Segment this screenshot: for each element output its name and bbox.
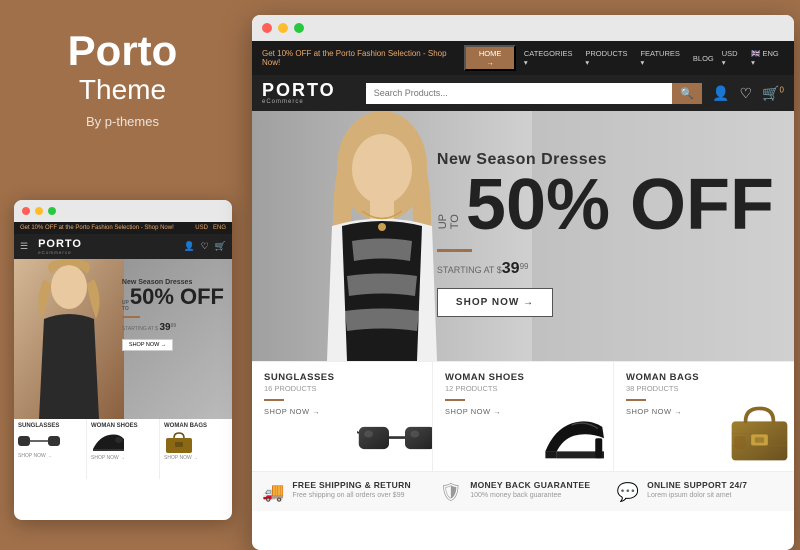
product-bags-name: WOMAN BAGS: [626, 372, 782, 383]
nav-usd[interactable]: USD ▾: [722, 49, 743, 67]
main-nav: PORTO eCommerce 🔍 👤 ♡ 🛒0: [252, 75, 794, 111]
product-sunglasses: SUNGLASSES 16 PRODUCTS SHOP NOW →: [252, 362, 433, 471]
nav-products[interactable]: PRODUCTS ▾: [585, 49, 632, 67]
main-titlebar: [252, 15, 794, 41]
bags-product-image: [727, 401, 792, 466]
product-shoes-divider: [445, 399, 465, 401]
mini-hero-off-line: UPTO 50% OFF: [122, 286, 224, 312]
nav-blog[interactable]: BLOG: [693, 54, 714, 63]
main-dot-yellow: [278, 23, 288, 33]
nav-lang[interactable]: 🇬🇧 ENG ▾: [751, 49, 784, 67]
mini-titlebar: [14, 200, 232, 222]
mini-product-shoes: WOMAN SHOES SHOP NOW →: [87, 419, 160, 479]
shoes-product-image: [541, 406, 611, 466]
search-button[interactable]: 🔍: [672, 83, 702, 104]
brand-title: Porto: [68, 30, 178, 72]
product-sunglasses-name: SUNGLASSES: [264, 372, 420, 383]
brand-by: By p-themes: [86, 114, 159, 129]
mini-hero-upto: UPTO: [122, 300, 129, 312]
mini-hero-text: New Season Dresses UPTO 50% OFF STARTING…: [122, 279, 224, 351]
brand-subtitle: Theme: [79, 74, 166, 106]
mini-bag-icon: [164, 431, 194, 453]
hero-text-area: New Season Dresses UPTO 50% OFF STARTING…: [437, 151, 774, 317]
footer-guarantee: 🛡 MONEY BACK GUARANTEE 100% money back g…: [439, 480, 606, 503]
hero-upto-text: UPTO: [437, 214, 461, 229]
mini-browser-preview: Get 10% OFF at the Porto Fashion Selecti…: [14, 200, 232, 520]
main-promo: Get 10% OFF at the Porto Fashion Selecti…: [262, 49, 464, 67]
mini-shoes-shop[interactable]: SHOP NOW →: [91, 455, 155, 461]
product-shoes-count: 12 PRODUCTS: [445, 384, 601, 393]
footer-support-text: ONLINE SUPPORT 24/7 Lorem ipsum dolor si…: [647, 480, 747, 501]
mini-shop-now-button[interactable]: SHOP NOW →: [122, 339, 174, 351]
wishlist-icon[interactable]: ♡: [740, 85, 753, 102]
main-dot-green: [294, 23, 304, 33]
mini-nav: ☰ PORTO eCommerce 👤 ♡ 🛒: [14, 234, 232, 259]
search-input[interactable]: [366, 83, 673, 104]
footer-strip: 🚚 FREE SHIPPING & RETURN Free shipping o…: [252, 471, 794, 511]
main-topbar-right: HOME → CATEGORIES ▾ PRODUCTS ▾ FEATURES …: [464, 45, 784, 71]
product-bags-count: 38 PRODUCTS: [626, 384, 782, 393]
footer-guarantee-text: MONEY BACK GUARANTEE 100% money back gua…: [470, 480, 590, 501]
mini-hero-starting: STARTING AT $ 3999: [122, 322, 224, 333]
mini-user-icon: 👤: [183, 241, 194, 252]
mini-wishlist-icon: ♡: [201, 241, 209, 252]
mini-hero: New Season Dresses UPTO 50% OFF STARTING…: [14, 259, 232, 419]
mini-hamburger-icon: ☰: [20, 241, 28, 252]
product-sunglasses-divider: [264, 399, 284, 401]
cart-icon[interactable]: 🛒0: [762, 85, 784, 102]
mini-bags-shop[interactable]: SHOP NOW →: [164, 455, 228, 461]
product-shoes: WOMAN SHOES 12 PRODUCTS SHOP NOW →: [433, 362, 614, 471]
home-button[interactable]: HOME →: [464, 45, 516, 71]
main-nav-icons: 👤 ♡ 🛒0: [712, 85, 784, 102]
user-icon[interactable]: 👤: [712, 85, 729, 102]
mini-porto-logo: PORTO eCommerce: [38, 238, 82, 255]
hero-off-row: UPTO 50% OFF: [437, 169, 774, 241]
mini-products-row: SUNGLASSES SHOP NOW → WOMAN SHOES: [14, 419, 232, 479]
mini-hero-off: 50% OFF: [130, 286, 224, 308]
mini-sunglasses-shop[interactable]: SHOP NOW →: [18, 453, 82, 459]
product-bags: WOMAN BAGS 38 PRODUCTS SHOP NOW →: [614, 362, 794, 471]
mini-dot-red: [22, 207, 30, 215]
hero-section: New Season Dresses UPTO 50% OFF STARTING…: [252, 111, 794, 361]
mini-porto-sub: eCommerce: [38, 250, 82, 255]
hero-off-text: 50% OFF: [466, 169, 774, 241]
mini-sunglasses-icon: [18, 431, 60, 451]
footer-shipping-text: FREE SHIPPING & RETURN Free shipping on …: [292, 480, 411, 501]
left-panel: Porto Theme By p-themes Get 10% OFF at t…: [0, 0, 245, 550]
mini-divider: [122, 316, 140, 318]
mini-hero-model-svg: [14, 259, 124, 419]
hero-divider: [437, 249, 472, 252]
main-porto-logo-block: PORTO eCommerce: [262, 81, 336, 105]
main-dot-red: [262, 23, 272, 33]
hero-shop-now-button[interactable]: SHOP NOW →: [437, 288, 553, 317]
nav-categories[interactable]: CATEGORIES ▾: [524, 49, 578, 67]
mini-shoe-icon: [91, 431, 126, 453]
mini-topbar: Get 10% OFF at the Porto Fashion Selecti…: [14, 222, 232, 234]
products-row: SUNGLASSES 16 PRODUCTS SHOP NOW →: [252, 361, 794, 471]
nav-features[interactable]: FEATURES ▾: [640, 49, 684, 67]
product-bags-divider: [626, 399, 646, 401]
mini-promo-text: Get 10% OFF at the Porto Fashion Selecti…: [20, 225, 174, 231]
mini-lang: USD ENG: [195, 225, 226, 231]
mini-dot-green: [48, 207, 56, 215]
main-browser: Get 10% OFF at the Porto Fashion Selecti…: [252, 15, 794, 550]
main-topbar: Get 10% OFF at the Porto Fashion Selecti…: [252, 41, 794, 75]
product-sunglasses-count: 16 PRODUCTS: [264, 384, 420, 393]
hero-starting-price: STARTING AT $3999: [437, 260, 774, 278]
guarantee-icon: 🛡: [439, 482, 462, 503]
mini-product-sunglasses: SUNGLASSES SHOP NOW →: [14, 419, 87, 479]
product-shoes-name: WOMAN SHOES: [445, 372, 601, 383]
mini-cart-icon: 🛒: [215, 241, 226, 252]
footer-shipping: 🚚 FREE SHIPPING & RETURN Free shipping o…: [262, 480, 429, 503]
shipping-icon: 🚚: [262, 482, 284, 503]
sunglasses-product-image: [357, 413, 433, 463]
mini-dot-yellow: [35, 207, 43, 215]
footer-support: 💬 ONLINE SUPPORT 24/7 Lorem ipsum dolor …: [617, 480, 784, 503]
mini-product-bags: WOMAN BAGS SHOP NOW →: [160, 419, 232, 479]
support-icon: 💬: [617, 482, 639, 503]
search-container: 🔍: [366, 83, 702, 104]
mini-nav-icons: 👤 ♡ 🛒: [183, 241, 226, 252]
